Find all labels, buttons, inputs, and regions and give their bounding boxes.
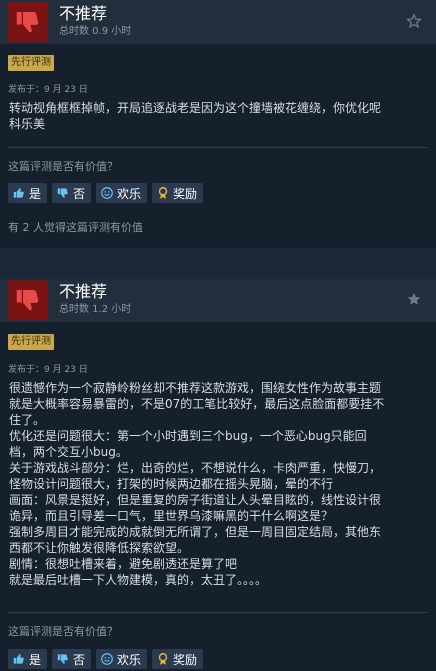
vote-yes-button[interactable]: 是	[8, 183, 48, 203]
early-access-badge: 先行评测	[8, 334, 54, 350]
review-hours: 总时数 1.2 小时	[59, 304, 132, 315]
helpful-question: 这篇评测是否有价值？	[8, 625, 118, 638]
review-header: 不推荐 总时数 0.9 小时	[0, 0, 436, 44]
vote-funny-button[interactable]: 欢乐	[96, 183, 148, 203]
thumbs-down-icon	[57, 188, 68, 198]
vote-buttons: 是 否 欢乐 奖励	[8, 649, 204, 669]
vote-funny-button[interactable]: 欢乐	[96, 649, 148, 669]
vote-no-button[interactable]: 否	[52, 649, 92, 669]
vote-funny-label: 欢乐	[117, 186, 142, 201]
smiley-icon	[101, 653, 113, 665]
helpful-count: 有 2 人觉得这篇评测有价值	[8, 221, 143, 234]
thumbs-up-icon	[13, 654, 24, 664]
review-header: 不推荐 总时数 1.2 小时	[0, 278, 436, 322]
award-button[interactable]: 奖励	[152, 183, 204, 203]
posted-date: 发布于：9 月 23 日	[8, 365, 88, 375]
review-card-1: 不推荐 总时数 0.9 小时 先行评测 发布于：9 月 23 日 转动视角框框掉…	[0, 0, 436, 248]
thumbs-down-badge	[8, 280, 48, 320]
award-label: 奖励	[173, 186, 198, 201]
thumbs-down-badge	[8, 2, 48, 42]
review-body: 很遗憾作为一个寂静岭粉丝却不推荐这款游戏，围绕女性作为故事主题 就是大概率容易暴…	[9, 381, 385, 587]
thumbs-down-icon	[16, 12, 39, 33]
vote-yes-label: 是	[29, 652, 42, 667]
award-icon	[158, 653, 168, 665]
helpful-question: 这篇评测是否有价值？	[8, 160, 118, 173]
vote-yes-label: 是	[29, 186, 42, 201]
thumbs-up-icon	[13, 188, 24, 198]
review-card-2: 不推荐 总时数 1.2 小时 先行评测 发布于：9 月 23 日 很遗憾作为一个…	[0, 278, 436, 671]
vote-buttons: 是 否 欢乐 奖励	[8, 183, 204, 203]
star-icon[interactable]	[406, 13, 422, 29]
vote-yes-button[interactable]: 是	[8, 649, 48, 669]
vote-no-button[interactable]: 否	[52, 183, 92, 203]
posted-date: 发布于：9 月 23 日	[8, 85, 88, 95]
thumbs-down-icon	[16, 290, 39, 311]
review-verdict: 不推荐	[59, 4, 108, 23]
divider	[8, 612, 428, 613]
early-access-badge: 先行评测	[8, 55, 54, 71]
review-body: 转动视角框框掉帧，开局追逐战老是因为这个撞墙被花缠绕，你优化呢 科乐美	[9, 101, 382, 131]
smiley-icon	[101, 187, 113, 199]
divider	[8, 147, 428, 148]
review-verdict: 不推荐	[59, 282, 108, 301]
review-hours: 总时数 0.9 小时	[59, 26, 132, 37]
thumbs-down-icon	[57, 654, 68, 664]
vote-no-label: 否	[73, 186, 86, 201]
vote-no-label: 否	[73, 652, 86, 667]
award-icon	[158, 187, 168, 199]
star-icon[interactable]	[406, 291, 422, 307]
vote-funny-label: 欢乐	[117, 652, 142, 667]
award-label: 奖励	[173, 652, 198, 667]
award-button[interactable]: 奖励	[152, 649, 204, 669]
